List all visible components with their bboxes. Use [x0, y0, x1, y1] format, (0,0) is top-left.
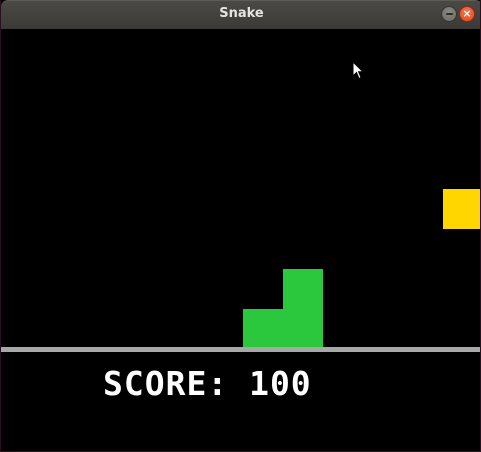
food-item — [443, 189, 480, 229]
score-divider — [1, 347, 480, 352]
close-icon: × — [462, 7, 472, 20]
mouse-pointer-icon — [352, 61, 364, 80]
game-window: Snake × SCORE: 100 — [0, 0, 481, 452]
game-board[interactable] — [2, 29, 480, 349]
close-button[interactable]: × — [459, 6, 475, 22]
score-display: SCORE: 100 — [103, 364, 312, 403]
snake-segment — [283, 309, 323, 349]
window-title: Snake — [219, 6, 264, 21]
minimize-icon — [445, 13, 453, 15]
title-bar[interactable]: Snake × — [1, 0, 480, 29]
minimize-button[interactable] — [441, 6, 457, 22]
snake-head — [283, 269, 323, 309]
snake-segment — [243, 309, 283, 349]
